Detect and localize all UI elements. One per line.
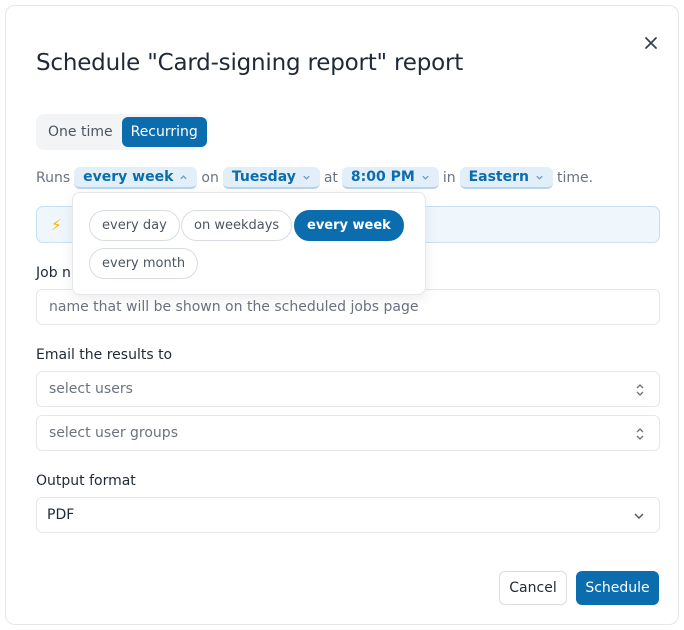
at-word: at: [323, 170, 338, 186]
frequency-value: every week: [83, 169, 174, 185]
one-time-option[interactable]: One time: [39, 117, 122, 147]
job-name-label: Job n: [36, 265, 71, 281]
option-on-weekdays[interactable]: on weekdays: [181, 210, 293, 241]
frequency-dropdown[interactable]: every week: [74, 167, 198, 189]
in-word: in: [442, 170, 456, 186]
chevron-up-down-icon: [636, 428, 644, 440]
email-label: Email the results to: [36, 347, 173, 363]
time-dropdown[interactable]: 8:00 PM: [341, 167, 439, 189]
chevron-down-icon: [303, 175, 310, 180]
select-users-field[interactable]: select users: [36, 371, 660, 407]
chevron-up-down-icon: [636, 384, 644, 396]
output-format-select[interactable]: PDF: [36, 497, 660, 533]
timezone-value: Eastern: [468, 169, 529, 185]
schedule-button[interactable]: Schedule: [576, 571, 659, 605]
select-groups-placeholder: select user groups: [49, 425, 178, 441]
runs-sentence: Runs every week on Tuesday at 8:00 PM in…: [36, 166, 597, 190]
day-value: Tuesday: [231, 169, 296, 185]
cancel-button[interactable]: Cancel: [499, 571, 567, 605]
frequency-popover: every day on weekdays every week every m…: [72, 192, 426, 295]
select-groups-field[interactable]: select user groups: [36, 415, 660, 451]
select-users-placeholder: select users: [49, 381, 133, 397]
chevron-down-icon: [422, 175, 429, 180]
output-format-value: PDF: [47, 507, 75, 523]
recurring-option[interactable]: Recurring: [121, 117, 207, 147]
runs-prefix: Runs: [36, 170, 71, 186]
close-button[interactable]: [639, 31, 663, 55]
chevron-up-icon: [180, 174, 188, 179]
option-every-week[interactable]: every week: [294, 210, 404, 241]
day-dropdown[interactable]: Tuesday: [222, 167, 320, 189]
option-every-day[interactable]: every day: [89, 210, 180, 241]
lightning-icon: ⚡: [51, 215, 62, 234]
schedule-report-modal: Schedule "Card-signing report" report On…: [5, 5, 679, 625]
chevron-down-icon: [634, 513, 644, 519]
frequency-toggle: One time Recurring: [36, 114, 207, 150]
on-word: on: [201, 170, 219, 186]
runs-suffix: time.: [556, 170, 594, 186]
output-format-label: Output format: [36, 473, 136, 489]
chevron-down-icon: [536, 175, 543, 180]
close-icon: [645, 37, 657, 49]
time-value: 8:00 PM: [350, 169, 415, 185]
timezone-dropdown[interactable]: Eastern: [459, 167, 553, 189]
modal-title: Schedule "Card-signing report" report: [36, 50, 464, 76]
option-every-month[interactable]: every month: [89, 248, 199, 279]
